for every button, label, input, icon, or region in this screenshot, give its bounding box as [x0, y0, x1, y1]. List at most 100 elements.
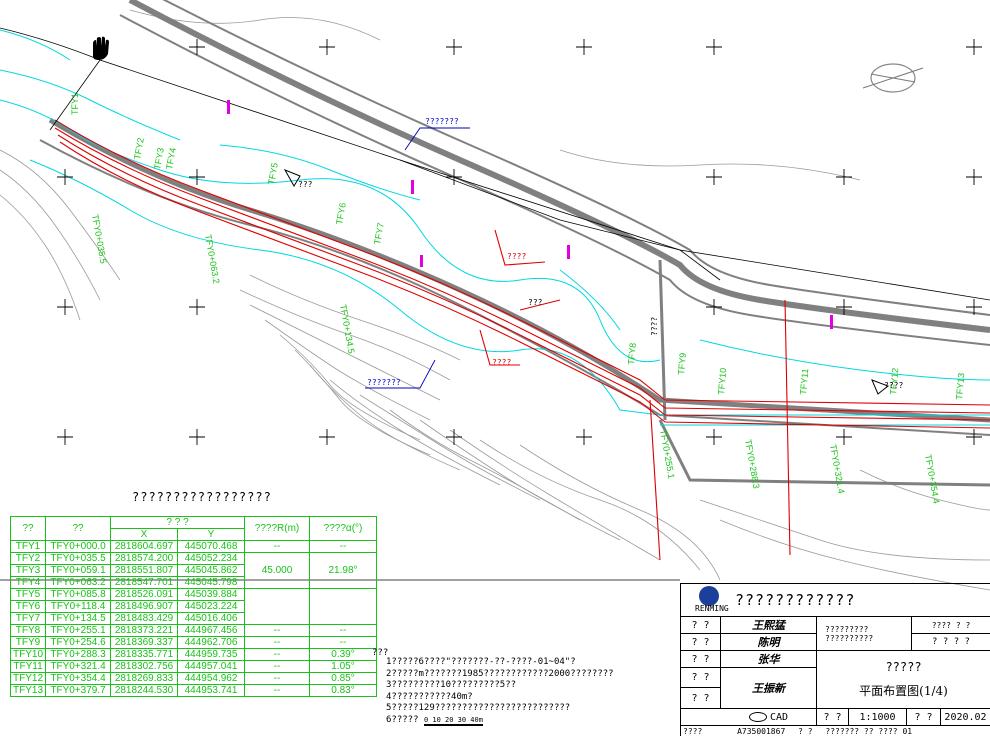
drawing-name-top: ?????	[885, 660, 922, 674]
cell-radius: --	[244, 660, 311, 673]
cell-y: 445016.406	[177, 612, 246, 625]
cell-radius: --	[244, 672, 311, 685]
table-row: TFY2 TFY0+035.5 2818574.200 445052.234 45.00…	[9, 552, 378, 589]
tb-header: RENMING ????????????	[681, 584, 990, 617]
date-value: 2020.02	[941, 709, 990, 726]
signature: 王熙猛	[721, 617, 817, 634]
cell-x: 2818335.771	[110, 648, 179, 661]
cell-x: 2818269.833	[110, 672, 179, 685]
cell-no: TFY6	[9, 600, 47, 613]
role-label: ? ?	[681, 617, 721, 634]
role-label: ? ?	[681, 688, 721, 709]
signature-text: 陈明	[757, 636, 780, 649]
chainage-label: TFY0+354.4	[923, 454, 941, 505]
table-row: TFY13 TFY0+379.7 2818244.530 444953.741 -- 0.…	[9, 684, 378, 697]
map-label-black: ???	[528, 298, 543, 307]
cell-radius: --	[244, 624, 311, 637]
signature-text: 张华	[757, 653, 780, 666]
cell-no: TFY4	[9, 576, 47, 589]
cell-radius: --	[244, 648, 311, 661]
chainage-label: TFY0+255.1	[658, 429, 676, 480]
map-annotations: ??????? ???? ??? ???? ??????? ???? ??? ?…	[298, 117, 903, 390]
cell-radius: --	[244, 540, 311, 553]
station-tfy2: TFY2	[132, 137, 146, 160]
cell-angle: 0.39°	[309, 648, 378, 661]
cell-no: TFY11	[9, 660, 47, 673]
col-radius: ????R(m)	[244, 516, 311, 541]
cell-pile: TFY0+000.0	[45, 540, 112, 553]
cell-x: 2818369.337	[110, 636, 179, 649]
cell-x: 2818373.221	[110, 624, 179, 637]
map-label-red2: ????	[492, 358, 511, 367]
table-row: TFY10 TFY0+288.3 2818335.771 444959.735 -- 0.…	[9, 648, 378, 661]
tb-footer: ???? A735001867 ? ? ??????? ?? ???? 01	[683, 727, 989, 737]
table-row: TFY12 TFY0+354.4 2818269.833 444954.962 -- 0.…	[9, 672, 378, 685]
cell-angle: --	[309, 636, 378, 649]
chainage-label: TFY0+063.2	[203, 234, 221, 285]
logo-spacer	[681, 709, 721, 726]
cell-pile: TFY0+354.4	[45, 672, 112, 685]
cell-y: 444953.741	[177, 684, 246, 697]
date-label: ? ?	[907, 709, 941, 726]
cell-angle: --	[309, 624, 378, 637]
table-row: TFY1 TFY0+000.0 2818604.697 445070.468 -- --	[9, 540, 378, 553]
cell-x: 2818244.530	[110, 684, 179, 697]
chainage-label: TFY0+321.4	[828, 444, 846, 495]
station-tfy4: TFY4	[164, 147, 178, 170]
cell-x: 2818547.701	[110, 576, 179, 589]
cell-pile: TFY0+254.6	[45, 636, 112, 649]
cell-y: 444957.041	[177, 660, 246, 673]
drawing-name-cell: ????? 平面布置图(1/4)	[817, 651, 990, 709]
cell-pile: TFY0+379.7	[45, 684, 112, 697]
cell-y: 445045.862	[177, 564, 246, 577]
cell-x: 2818574.200	[110, 552, 179, 565]
coordinate-table-title: ?????????????????	[132, 490, 272, 504]
cell-y: 445052.234	[177, 552, 246, 565]
cell-angle: --	[309, 540, 378, 553]
signature-text: 王振新	[752, 682, 785, 695]
cell-radius	[244, 588, 311, 625]
signature: 张华	[721, 651, 817, 668]
cell-pile: TFY0+059.1	[45, 564, 112, 577]
cell-pile: TFY0+035.5	[45, 552, 112, 565]
cell-y: 445045.798	[177, 576, 246, 589]
note-item: 5?????129?????????????????????????	[386, 703, 571, 714]
cell-no: TFY12	[9, 672, 47, 685]
cell-angle: 0.83°	[309, 684, 378, 697]
cell-x: 2818496.907	[110, 600, 179, 613]
stage-label: ???? ? ?	[912, 617, 990, 634]
cell-radius: --	[244, 636, 311, 649]
sub-project-2: ??????????	[825, 633, 874, 643]
cell-y: 445023.224	[177, 600, 246, 613]
cell-pile: TFY0+134.5	[45, 612, 112, 625]
cell-pile: TFY0+085.8	[45, 588, 112, 601]
note-item: 4???????????40m?	[386, 691, 473, 702]
cad-stamp: CAD	[721, 709, 817, 726]
table-row: TFY9 TFY0+254.6 2818369.337 444962.706 -- --	[9, 636, 378, 649]
map-label-arrow: ???	[298, 180, 313, 189]
drawing-name: 平面布置图(1/4)	[859, 684, 948, 698]
map-label-cable2: ???????	[367, 378, 401, 387]
table-row: TFY5 TFY0+085.8 2818526.091 445039.884	[9, 588, 378, 625]
cell-x: 2818604.697	[110, 540, 179, 553]
col-coord: ? ? ?	[110, 516, 246, 529]
grid-crosses	[57, 39, 982, 445]
col-pile: ??	[45, 516, 112, 541]
table-row: TFY8 TFY0+255.1 2818373.221 444967.456 -- --	[9, 624, 378, 637]
cell-no: TFY8	[9, 624, 47, 637]
cell-radius: --	[244, 684, 311, 697]
cell-no: TFY3	[9, 564, 47, 577]
cell-y: 445070.468	[177, 540, 246, 553]
table-row: TFY11 TFY0+321.4 2818302.756 444957.041 -- 1.…	[9, 660, 378, 673]
cell-x: 2818551.807	[110, 564, 179, 577]
coordinate-table-body: TFY1 TFY0+000.0 2818604.697 445070.468 -- -- T…	[9, 540, 378, 697]
cell-no: TFY13	[9, 684, 47, 697]
cell-x: 2818526.091	[110, 588, 179, 601]
cell-radius: 45.000	[244, 552, 311, 589]
cell-no: TFY5	[9, 588, 47, 601]
title-block: RENMING ???????????? ? ? 王熙猛 ????? ???? ?…	[680, 583, 990, 736]
cell-no: TFY2	[9, 552, 47, 565]
cell-angle: 21.98°	[309, 552, 378, 589]
company-name: RENMING	[695, 604, 729, 613]
note-text: 6?????	[386, 714, 419, 725]
